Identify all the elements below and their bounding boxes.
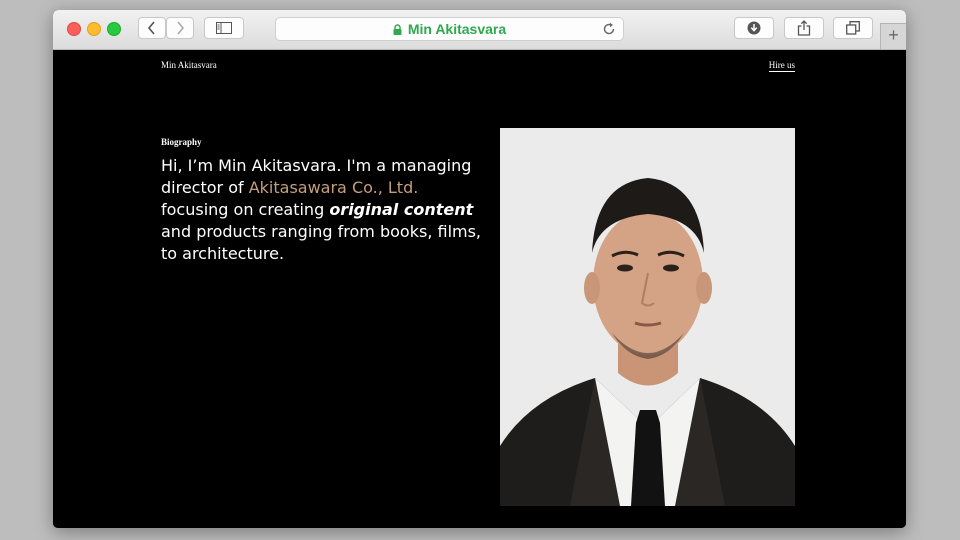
biography-text: Hi, I’m Min Akitasvara. I'm a managing d… [161,155,481,265]
browser-window: Min Akitasvara + Min Akitasvara Hire us … [53,10,906,528]
site-name-link[interactable]: Min Akitasvara [161,60,217,70]
bio-emphasis: original content [329,200,474,219]
address-title: Min Akitasvara [407,21,507,37]
tabs-overview-button[interactable] [833,17,873,39]
browser-toolbar: Min Akitasvara + [53,10,906,50]
close-window-button[interactable] [67,22,81,36]
company-name: Akitasawara Co., Ltd. [248,178,419,197]
forward-button[interactable] [166,17,194,39]
share-icon [797,20,811,36]
zoom-window-button[interactable] [107,22,121,36]
lock-icon [393,23,402,35]
chevron-left-icon [147,21,155,35]
sidebar-button[interactable] [204,17,244,39]
hire-us-link[interactable]: Hire us [768,60,795,72]
web-page: Min Akitasvara Hire us Biography Hi, I’m… [53,50,906,528]
portrait-photo [500,128,795,506]
bio-text-part: focusing on creating [161,200,330,219]
portrait-illustration [500,128,795,506]
address-bar[interactable]: Min Akitasvara [275,17,624,41]
tabs-icon [846,21,860,35]
reload-icon[interactable] [602,22,616,36]
share-button[interactable] [784,17,824,39]
chevron-right-icon [177,21,185,35]
new-tab-button[interactable]: + [880,23,906,49]
bio-text-part: and products ranging from books, films, … [161,222,482,263]
download-icon [747,21,761,35]
sidebar-icon [216,22,232,34]
biography-label: Biography [161,137,202,147]
minimize-window-button[interactable] [87,22,101,36]
back-button[interactable] [138,17,166,39]
downloads-button[interactable] [734,17,774,39]
